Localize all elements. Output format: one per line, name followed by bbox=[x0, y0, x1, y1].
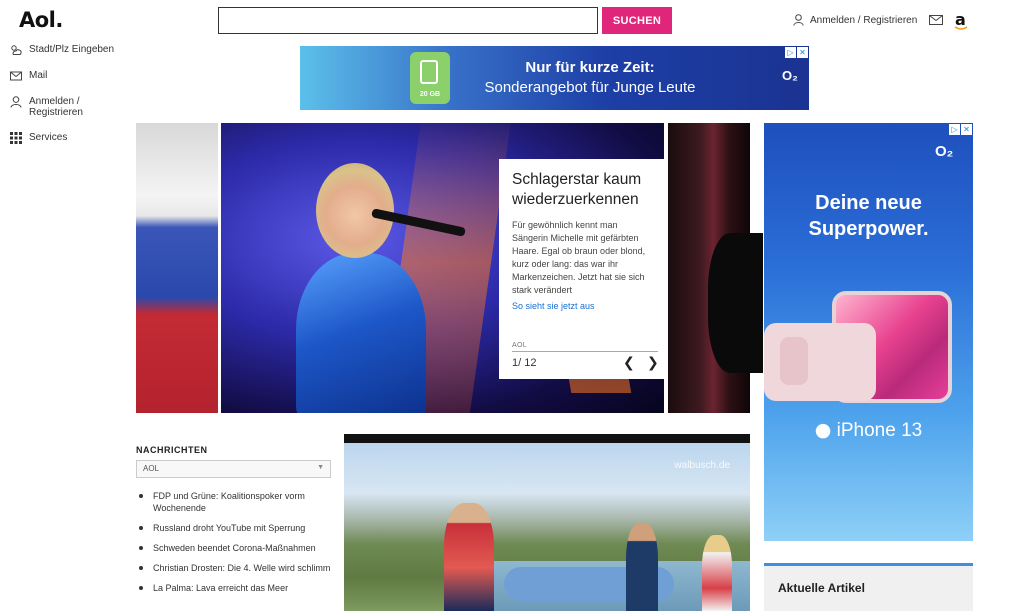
ad-choices-icon[interactable]: ▷ bbox=[949, 124, 960, 135]
news-item[interactable]: Christian Drosten: Die 4. Welle wird sch… bbox=[136, 562, 331, 574]
slideshow-counter: 1/ 12 bbox=[512, 357, 537, 369]
mail-icon bbox=[10, 71, 22, 81]
news-item[interactable]: Russland droht YouTube mit Sperrung bbox=[136, 522, 331, 534]
o2-logo: O₂ bbox=[935, 143, 954, 160]
video-watermark: walbusch.de bbox=[674, 460, 730, 471]
ad-banner-right[interactable]: ▷ ✕ O₂ Deine neue Superpower. ● iPhone 1… bbox=[764, 123, 973, 541]
person-figure bbox=[702, 535, 732, 611]
news-heading: NACHRICHTEN bbox=[136, 445, 208, 455]
mail-icon[interactable] bbox=[929, 15, 943, 25]
sidebar: Stadt/Plz Eingeben Mail Anmelden / Regis… bbox=[10, 44, 120, 158]
slideshow-source: AOL bbox=[512, 342, 527, 349]
ad-subline: Sonderangebot für Junge Leute bbox=[484, 79, 696, 96]
search-button[interactable]: SUCHEN bbox=[602, 7, 672, 34]
camera-module bbox=[780, 337, 808, 385]
ad-close-icon[interactable]: ✕ bbox=[961, 124, 972, 135]
user-icon bbox=[793, 14, 804, 26]
articles-panel: Aktuelle Artikel bbox=[764, 563, 973, 611]
ad-headline: Deine neue Superpower. bbox=[808, 192, 929, 240]
ad-product: ● iPhone 13 bbox=[764, 419, 973, 442]
header-login-label: Anmelden / Registrieren bbox=[810, 14, 918, 26]
news-item[interactable]: Schweden beendet Corona-Maßnahmen bbox=[136, 542, 331, 554]
articles-title: Aktuelle Artikel bbox=[778, 581, 865, 595]
news-source-select[interactable]: AOL ▼ bbox=[136, 460, 331, 478]
ad-banner-top[interactable]: 20 GB Nur für kurze Zeit: Sonderangebot … bbox=[300, 46, 809, 110]
person-figure bbox=[444, 503, 494, 611]
apple-logo-icon: ● bbox=[814, 419, 832, 441]
page: Aol. SUCHEN Anmelden / Registrieren a St… bbox=[0, 0, 1010, 611]
weather-icon bbox=[11, 45, 22, 55]
slide-preview-prev[interactable] bbox=[136, 123, 218, 413]
amazon-icon[interactable]: a bbox=[954, 10, 968, 30]
divider bbox=[512, 351, 658, 352]
grid-icon bbox=[10, 132, 22, 144]
singer-figure bbox=[296, 253, 426, 413]
news-item[interactable]: FDP und Grüne: Koalitionspoker vorm Woch… bbox=[136, 490, 331, 514]
sidebar-item-services[interactable]: Services bbox=[10, 132, 120, 144]
ad-product-label: iPhone 13 bbox=[836, 420, 923, 441]
video-player[interactable]: walbusch.de bbox=[344, 434, 750, 611]
search-input[interactable] bbox=[218, 7, 598, 34]
sidebar-item-label: Stadt/Plz Eingeben bbox=[29, 44, 115, 55]
chevron-down-icon: ▼ bbox=[317, 464, 324, 471]
person-figure bbox=[626, 523, 658, 611]
chevron-right-icon[interactable]: ❯ bbox=[647, 355, 659, 371]
slide-preview-next[interactable] bbox=[668, 123, 763, 413]
ad-choices-badge[interactable]: ▷ ✕ bbox=[785, 47, 808, 58]
slideshow-link[interactable]: So sieht sie jetzt aus bbox=[512, 301, 652, 311]
aol-logo[interactable]: Aol. bbox=[19, 8, 63, 32]
ad-choices-icon[interactable]: ▷ bbox=[785, 47, 796, 58]
news-section: NACHRICHTEN AOL ▼ FDP und Grüne: Koaliti… bbox=[136, 445, 331, 602]
phone-back-image bbox=[764, 323, 876, 401]
ad-close-icon[interactable]: ✕ bbox=[797, 47, 808, 58]
sidebar-item-label: Mail bbox=[29, 70, 48, 81]
amazon-smile-icon bbox=[954, 26, 968, 30]
news-list: FDP und Grüne: Koalitionspoker vorm Woch… bbox=[136, 490, 331, 594]
ad-choices-badge[interactable]: ▷ ✕ bbox=[949, 124, 972, 135]
user-icon bbox=[10, 96, 22, 108]
slideshow-card: Schlagerstar kaum wiederzuerkennen Für g… bbox=[499, 159, 665, 379]
news-source-value: AOL bbox=[143, 464, 160, 473]
sidebar-item-mail[interactable]: Mail bbox=[10, 70, 120, 82]
news-item[interactable]: La Palma: Lava erreicht das Meer bbox=[136, 582, 331, 594]
header-login-link[interactable]: Anmelden / Registrieren bbox=[793, 14, 917, 26]
o2-logo: O₂ bbox=[782, 68, 798, 83]
sidebar-item-label: Anmelden / Registrieren bbox=[29, 96, 83, 118]
sidebar-item-login[interactable]: Anmelden / Registrieren bbox=[10, 96, 120, 118]
sim-card-icon: 20 GB bbox=[410, 52, 450, 104]
slide-silhouette bbox=[708, 233, 763, 373]
chevron-left-icon[interactable]: ❮ bbox=[623, 355, 635, 371]
sim-chip bbox=[420, 60, 438, 84]
ad-headline: Nur für kurze Zeit: bbox=[525, 59, 655, 76]
sidebar-item-label: Services bbox=[29, 132, 68, 143]
slideshow-text: Für gewöhnlich kennt man Sängerin Michel… bbox=[512, 220, 646, 295]
sidebar-item-weather[interactable]: Stadt/Plz Eingeben bbox=[10, 44, 120, 56]
sim-label: 20 GB bbox=[419, 91, 441, 98]
slideshow-title[interactable]: Schlagerstar kaum wiederzuerkennen bbox=[512, 170, 652, 210]
